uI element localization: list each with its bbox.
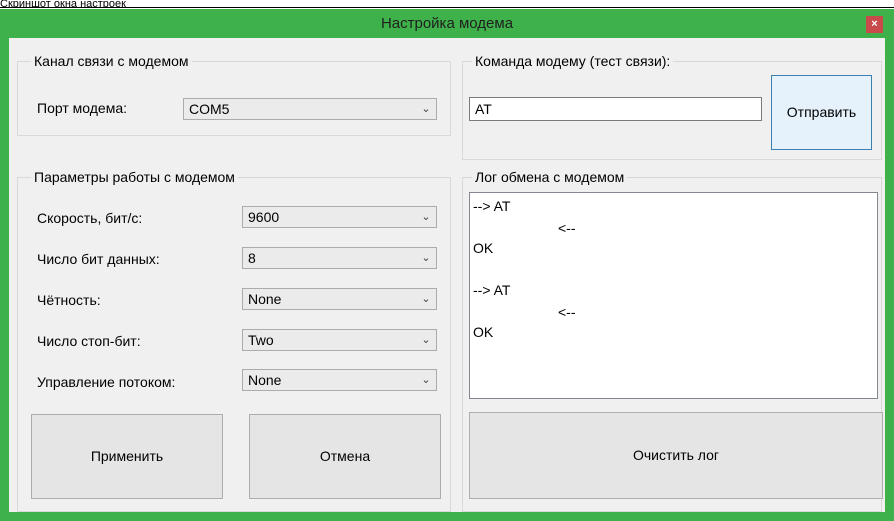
window-title: Настройка модема [380,15,514,32]
chevron-down-icon: ⌄ [421,252,431,264]
close-button[interactable]: × [866,16,883,33]
channel-group-legend: Канал связи с модемом [31,53,192,69]
flow-label: Управление потоком: [37,374,176,390]
stopbits-label: Число стоп-бит: [37,333,141,349]
databits-label: Число бит данных: [37,251,160,267]
top-divider [0,7,894,8]
port-value: COM5 [189,101,230,117]
command-input[interactable]: AT [469,97,762,121]
params-group-legend: Параметры работы с модемом [31,169,238,185]
title-bar[interactable]: Настройка модема × [0,9,894,38]
databits-select[interactable]: 8 ⌄ [242,247,437,269]
window-client-area: Канал связи с модемом Порт модема: COM5 … [9,38,885,512]
log-line: <-- [558,220,576,236]
port-select[interactable]: COM5 ⌄ [183,98,437,120]
log-textarea[interactable]: --> AT <-- OK --> AT <-- OK [469,192,878,399]
command-group-legend: Команда модему (тест связи): [472,53,674,69]
apply-button[interactable]: Применить [31,414,223,499]
log-line: <-- [558,304,576,320]
log-line: --> AT [473,198,511,214]
chevron-down-icon: ⌄ [421,293,431,305]
cancel-button[interactable]: Отмена [249,414,441,499]
speed-select[interactable]: 9600 ⌄ [242,206,437,228]
stopbits-value: Two [248,332,274,348]
parity-select[interactable]: None ⌄ [242,288,437,310]
close-icon: × [871,18,878,30]
parity-value: None [248,291,282,307]
speed-label: Скорость, бит/с: [37,210,143,226]
log-group-legend: Лог обмена с модемом [472,169,628,185]
port-label: Порт модема: [37,100,127,116]
parity-label: Чётность: [37,292,101,308]
flow-value: None [248,372,282,388]
chevron-down-icon: ⌄ [421,374,431,386]
clear-log-button[interactable]: Очистить лог [469,412,883,499]
log-line: --> AT [473,282,511,298]
flow-select[interactable]: None ⌄ [242,369,437,391]
chevron-down-icon: ⌄ [421,211,431,223]
log-line: OK [473,324,494,340]
speed-value: 9600 [248,209,280,225]
chevron-down-icon: ⌄ [421,334,431,346]
chevron-down-icon: ⌄ [421,103,431,115]
stopbits-select[interactable]: Two ⌄ [242,329,437,351]
databits-value: 8 [248,250,256,266]
log-line: OK [473,240,494,256]
command-value: AT [475,101,492,117]
send-button[interactable]: Отправить [771,75,872,150]
